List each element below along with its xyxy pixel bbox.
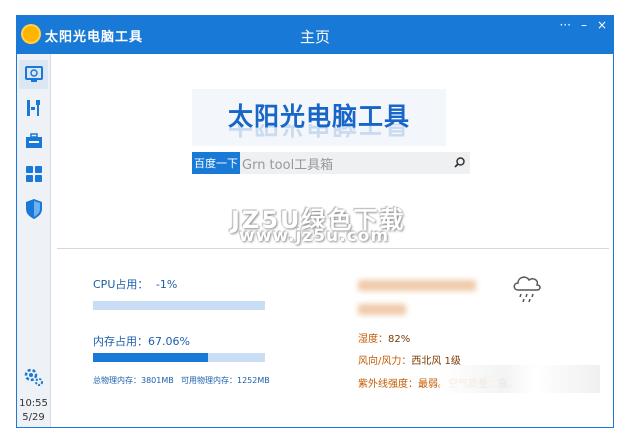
search-input[interactable] — [240, 152, 470, 174]
page-title: 主页 — [299, 28, 330, 46]
banner-logo: 太阳光电脑工具 太阳光电脑工具 — [192, 89, 446, 146]
weather-temp-blurred — [358, 304, 406, 315]
clock-date: 5/29 — [22, 412, 45, 423]
humidity: 湿度：82% — [358, 330, 410, 345]
cpu-label-text: CPU占用： — [93, 278, 149, 291]
tools-icon — [26, 99, 40, 116]
monitor-icon — [24, 65, 43, 82]
title-bar: 太阳光电脑工具 主页 ··· – × — [17, 16, 613, 54]
humidity-value: 82% — [388, 334, 411, 345]
minimize-button[interactable]: – — [581, 18, 587, 32]
divider — [57, 248, 609, 249]
settings-button[interactable] — [19, 362, 48, 391]
banner-reflection: 太阳光电脑工具 — [227, 124, 410, 139]
sidebar-item-home[interactable] — [19, 60, 48, 89]
cpu-value: -1% — [155, 278, 178, 291]
memory-usage-fill — [93, 353, 209, 362]
humidity-label: 湿度： — [358, 334, 388, 345]
total-memory: 总物理内存：3801MB — [93, 376, 174, 385]
toolbox-icon — [25, 132, 42, 148]
shield-icon — [25, 198, 42, 219]
bottom-fade — [440, 365, 600, 393]
sidebar-item-apps[interactable] — [19, 159, 48, 188]
clock-time: 10:55 — [19, 398, 48, 409]
rain-cloud-icon — [513, 276, 541, 303]
available-memory: 可用物理内存：1252MB — [181, 376, 270, 385]
apps-grid-icon — [25, 165, 42, 182]
weather-city-blurred — [358, 280, 476, 291]
settings-gear-icon — [24, 368, 43, 386]
cpu-usage-bar — [93, 301, 265, 310]
uv-label: 紫外线强度： — [358, 379, 418, 390]
memory-usage-bar — [93, 353, 265, 362]
memory-usage-label: 内存占用：67.06% — [93, 335, 190, 348]
sidebar-item-tools[interactable] — [19, 93, 48, 122]
baidu-search-button[interactable]: 百度一下 — [192, 152, 240, 174]
sidebar-item-security[interactable] — [19, 194, 48, 223]
wind-label: 风向/风力： — [358, 356, 412, 367]
search-icon[interactable] — [453, 156, 467, 170]
sidebar-item-toolbox[interactable] — [19, 126, 48, 155]
close-button[interactable]: × — [597, 18, 607, 32]
watermark-url: www.jz5u.com — [239, 226, 390, 246]
sidebar: 10:55 5/29 — [17, 54, 51, 427]
menu-button[interactable]: ··· — [559, 18, 570, 32]
cpu-usage-label: CPU占用： -1% — [93, 276, 177, 292]
